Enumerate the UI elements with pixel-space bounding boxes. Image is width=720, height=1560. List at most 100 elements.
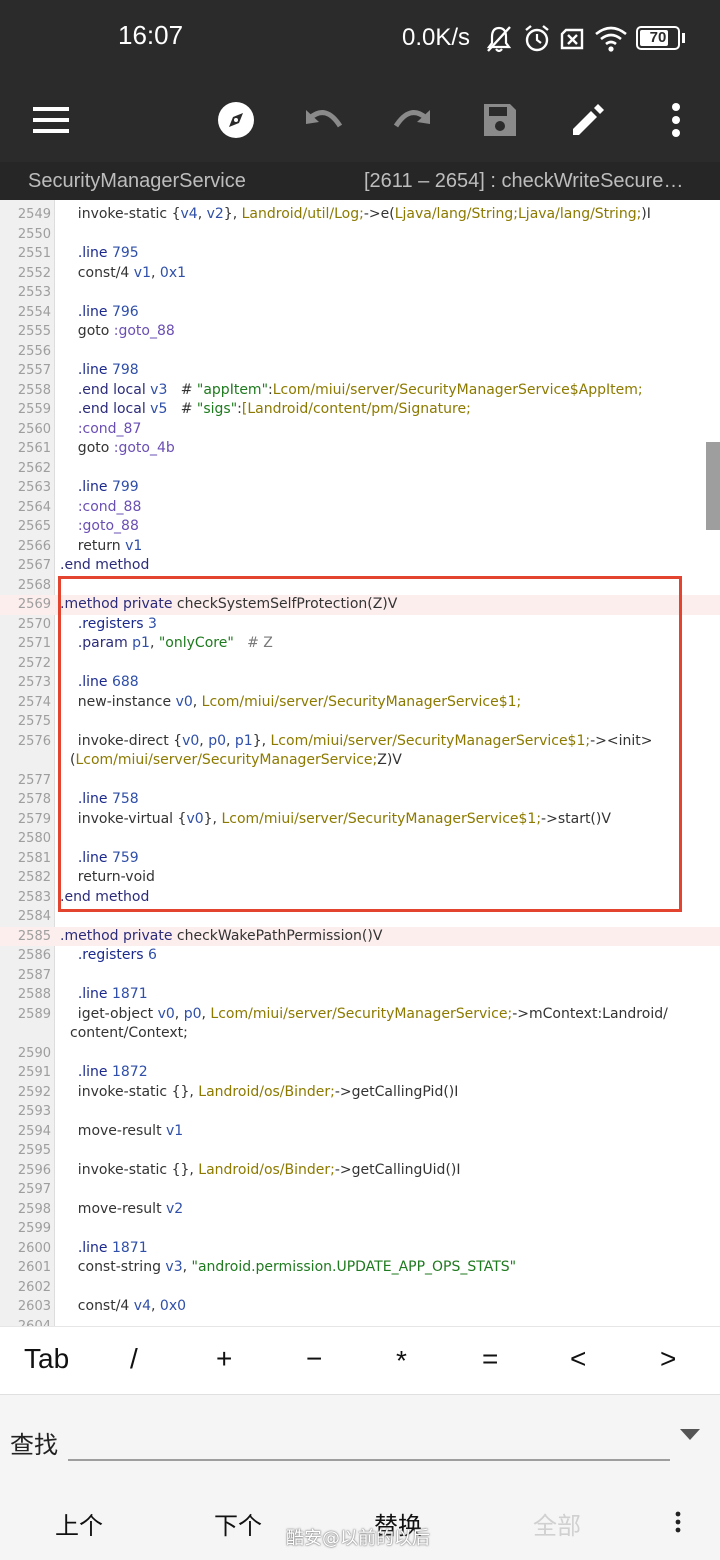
code-text: return v1 [60,537,143,554]
code-line-2594[interactable]: 2594 move-result v1 [0,1122,720,1142]
code-line-2602[interactable]: 2602 [0,1278,720,1298]
code-text: move-result v1 [60,1122,184,1139]
code-line-2585[interactable]: 2585 .method private checkWakePathPermiss… [0,926,720,946]
redo-button[interactable] [382,90,442,150]
code-line-2560[interactable]: 2560 :cond_87 [0,420,720,440]
code-line-2554[interactable]: 2554 .line 796 [0,303,720,323]
line-number: 2569 [17,597,51,612]
code-line-2567[interactable]: 2567 .end method [0,556,720,576]
code-line-2600[interactable]: 2600 .line 1871 [0,1239,720,1259]
next-button[interactable]: 下个 [214,1506,262,1541]
code-text: invoke-static {}, Landroid/os/Binder;->g… [60,1161,461,1178]
undo-button[interactable] [294,90,354,150]
line-number: 2575 [17,714,51,729]
line-number: 2585 [17,928,51,944]
code-line-2603[interactable]: 2603 const/4 v4, 0x0 [0,1297,720,1317]
code-line-2590[interactable]: 2590 [0,1044,720,1064]
more-button[interactable] [646,90,706,150]
code-line-2604[interactable]: 2604 [0,1317,720,1327]
code-line-2566[interactable]: 2566 return v1 [0,537,720,557]
code-line-2564[interactable]: 2564 :cond_88 [0,498,720,518]
code-line-2553[interactable]: 2553 [0,283,720,303]
code-text: :goto_88 [77,518,139,534]
undo-icon [306,110,343,128]
code-line-2591[interactable]: 2591 .line 1872 [0,1063,720,1083]
find-label: 查找 [10,1431,58,1459]
code-line-2556[interactable]: 2556 [0,342,720,362]
code-line-2557[interactable]: 2557 .line 798 [0,361,720,381]
code-text: content/Context; [70,1025,188,1041]
code-text: .end local v5 # "sigs":[Landroid/content… [77,401,471,417]
code-text: .method private checkWakePathPermission(… [60,927,383,944]
edit-button[interactable] [558,90,618,150]
line-number: 2583 [17,889,51,905]
line-number: 2580 [17,831,51,846]
code-line-2589[interactable]: 2589 iget-object v0, p0, Lcom/miui/serve… [0,1005,720,1025]
code-line-2563[interactable]: 2563 .line 799 [0,478,720,498]
symbol-key-slash[interactable]: / [130,1343,138,1375]
replace-all-button[interactable]: 全部 [533,1506,581,1541]
code-line-2549[interactable]: 2549 invoke-static {v4, v2}, Landroid/ut… [0,205,720,225]
code-line-2559[interactable]: 2559 .end local v5 # "sigs":[Landroid/co… [0,400,720,420]
code-line-2601[interactable]: 2601 const-string v3, "android.permissio… [0,1258,720,1278]
code-line-2552[interactable]: 2552 const/4 v1, 0x1 [0,264,720,284]
line-number: 2551 [17,246,51,261]
line-number: 2563 [17,480,51,495]
line-number: 2603 [17,1299,51,1314]
method-range[interactable]: [2611 – 2654] : checkWriteSecurePermissi… [364,170,694,193]
symbol-key-equals[interactable]: = [482,1343,498,1375]
code-line-2597[interactable]: 2597 [0,1180,720,1200]
more-vertical-icon[interactable] [670,1508,686,1538]
symbol-key-minus[interactable]: − [306,1343,322,1375]
line-number: 2567 [17,558,51,573]
line-number: 2601 [17,1260,51,1275]
status-bar: 16:07 0.0K/s 70 [0,0,720,78]
symbol-key-star[interactable]: * [396,1345,407,1377]
code-line-2565[interactable]: 2565 :goto_88 [0,517,720,537]
code-line-2586[interactable]: 2586 .registers 6 [0,946,720,966]
status-time: 16:07 [118,20,184,50]
code-editor[interactable]: 2549 invoke-static {v4, v2}, Landroid/ut… [0,200,720,1326]
code-text: .registers 6 [77,947,157,963]
line-number: 2576 [17,733,51,749]
menu-button[interactable] [21,90,81,150]
line-number: 2578 [17,792,51,807]
find-input[interactable] [68,1419,670,1461]
code-line-2562[interactable]: 2562 [0,459,720,479]
battery-tip [682,33,685,43]
dropdown-arrow-icon[interactable] [680,1429,700,1440]
wifi-icon [595,26,627,52]
previous-button[interactable]: 上个 [55,1506,103,1541]
code-line-2555[interactable]: 2555 goto :goto_88 [0,322,720,342]
line-number: 2589 [17,1006,51,1022]
highlight-box [58,576,682,912]
code-line-2561[interactable]: 2561 goto :goto_4b [0,439,720,459]
symbol-key-greater[interactable]: > [660,1343,676,1375]
code-line-2596[interactable]: 2596 invoke-static {}, Landroid/os/Binde… [0,1161,720,1181]
code-line-2592[interactable]: 2592 invoke-static {}, Landroid/os/Binde… [0,1083,720,1103]
code-line-2593[interactable]: 2593 [0,1102,720,1122]
code-line-2550[interactable]: 2550 [0,225,720,245]
code-line-2595[interactable]: 2595 [0,1141,720,1161]
code-line-2558[interactable]: 2558 .end local v3 # "appItem":Lcom/miui… [0,381,720,401]
navigate-button[interactable] [206,90,266,150]
code-line-2598[interactable]: 2598 move-result v2 [0,1200,720,1220]
symbol-key-less[interactable]: < [570,1343,586,1375]
symbol-key-plus[interactable]: + [216,1343,232,1375]
line-number: 2562 [17,460,51,476]
scrollbar-thumb[interactable] [706,442,720,530]
code-text: .line 1871 [77,986,148,1002]
code-line-2599[interactable]: 2599 [0,1219,720,1239]
code-line-2587[interactable]: 2587 [0,966,720,986]
line-number: 2571 [17,636,51,651]
code-line-wrapped[interactable]: content/Context; [0,1024,720,1044]
line-number: 2600 [17,1240,51,1256]
line-number: 2584 [17,909,51,924]
save-button[interactable] [470,90,530,150]
symbol-key-tab[interactable]: Tab [24,1343,69,1375]
line-number: 2570 [17,616,51,632]
code-text: .line 795 [77,245,139,261]
code-text: const-string v3, "android.permission.UPD… [60,1259,517,1275]
code-line-2551[interactable]: 2551 .line 795 [0,244,720,264]
code-line-2588[interactable]: 2588 .line 1871 [0,985,720,1005]
